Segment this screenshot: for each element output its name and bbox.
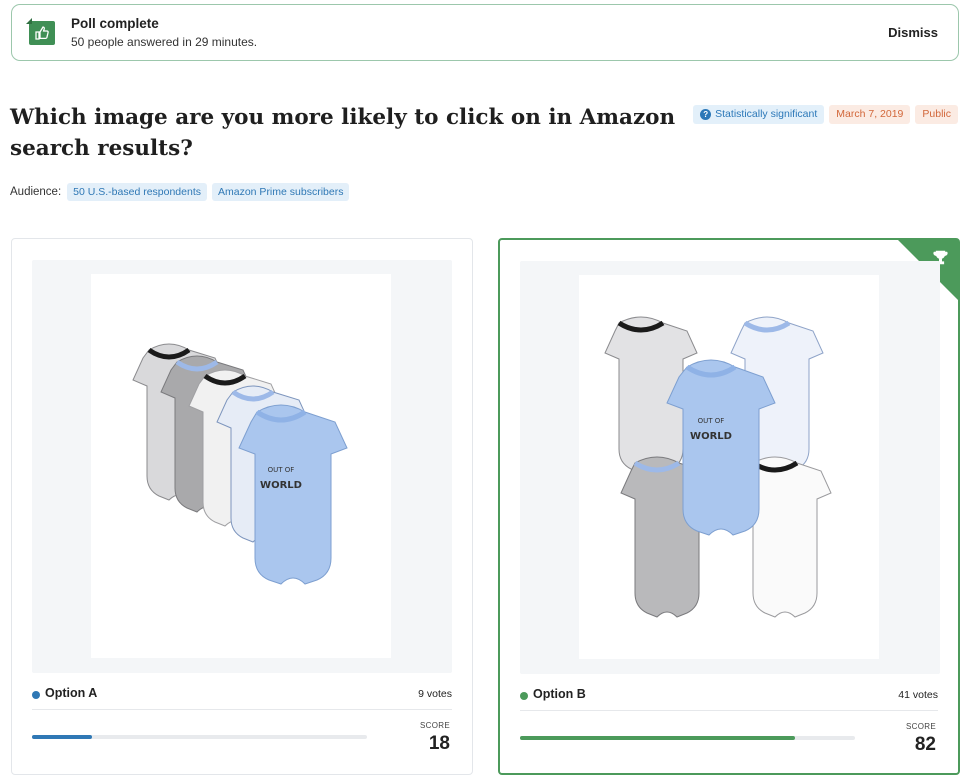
onesies-grid-illustration: OUT OF WORLD [604,316,832,618]
option-a-score-bar [32,735,367,739]
option-b-card[interactable]: OUT OF WORLD Option B 41 votes SCORE 82 [498,238,960,775]
option-b-score-bar-fill [520,736,795,740]
onesies-fanned-illustration: OUT OF WORLD [132,343,348,585]
print-text: WORLD [260,480,302,491]
option-b-row: Option B 41 votes [520,687,938,711]
dismiss-button[interactable]: Dismiss [888,25,938,40]
option-b-score: 82 [914,734,936,755]
option-a-score-bar-fill [32,735,93,739]
audience-tag: 50 U.S.-based respondents [67,183,207,201]
print-text: OUT OF [698,417,725,425]
page-title: Which image are you more likely to click… [10,105,676,161]
option-a-card[interactable]: OUT OF WORLD Option A 9 votes SCORE 18 [11,238,473,775]
option-a-label: Option A [45,686,98,700]
option-b-label: Option B [533,687,586,701]
question-icon: ? [700,109,712,120]
audience-tag: Amazon Prime subscribers [212,183,350,201]
audience-label: Audience: [10,186,62,198]
print-text: OUT OF [268,466,295,474]
option-a-row: Option A 9 votes [32,686,452,710]
thumbs-up-icon [26,18,55,45]
option-a-image-panel: OUT OF WORLD [32,260,452,673]
option-a-dot [32,691,40,699]
banner-title: Poll complete [71,16,159,31]
significance-label: Statistically significant [715,108,818,120]
poll-complete-banner: Poll complete 50 people answered in 29 m… [11,4,959,61]
print-text: WORLD [690,431,732,442]
option-b-dot [520,692,528,700]
option-b-score-bar [520,736,855,740]
option-a-votes: 9 votes [418,688,452,700]
option-a-score: 18 [428,733,450,754]
visibility-badge: Public [915,105,958,124]
significance-badge[interactable]: ? Statistically significant [693,105,825,124]
audience-row: Audience: 50 U.S.-based respondents Amaz… [10,183,350,201]
option-a-image[interactable]: OUT OF WORLD [91,274,391,658]
poll-badges: ? Statistically significant March 7, 201… [693,105,958,124]
date-badge: March 7, 2019 [829,105,911,124]
option-b-image[interactable]: OUT OF WORLD [579,275,879,659]
option-a-score-caption: SCORE [420,721,450,730]
option-b-score-caption: SCORE [906,722,936,731]
banner-subtitle: 50 people answered in 29 minutes. [71,35,258,49]
option-b-votes: 41 votes [898,689,938,701]
option-b-image-panel: OUT OF WORLD [520,261,940,674]
